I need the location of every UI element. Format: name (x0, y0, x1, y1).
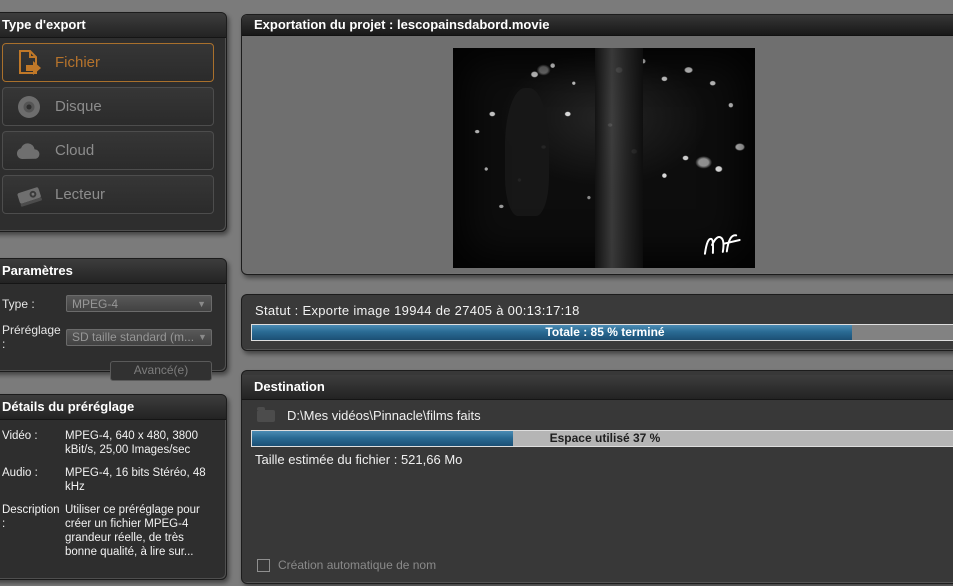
parameters-panel: Paramètres Type : MPEG-4 ▼ Préréglage : … (0, 258, 227, 381)
export-type-cloud-button[interactable]: Cloud (2, 131, 214, 170)
preview-title: Exportation du projet : lescopainsdabord… (242, 15, 953, 36)
advanced-button[interactable]: Avancé(e) (110, 361, 212, 381)
audio-value: MPEG-4, 16 bits Stéréo, 48 kHz (65, 467, 206, 493)
status-text: Statut : Exporte image 19944 de 27405 à … (255, 303, 580, 318)
preset-details-title: Détails du préréglage (0, 395, 226, 420)
destination-path: D:\Mes vidéos\Pinnacle\films faits (287, 408, 481, 423)
status-panel: Statut : Exporte image 19944 de 27405 à … (241, 294, 953, 351)
video-value: MPEG-4, 640 x 480, 3800 kBit/s, 25,00 Im… (65, 430, 198, 456)
export-type-file-button[interactable]: Fichier (2, 43, 214, 82)
export-type-player-button[interactable]: Lecteur (2, 175, 214, 214)
destination-title: Destination (242, 375, 953, 400)
export-type-label: Fichier (55, 54, 101, 71)
type-dropdown-value: MPEG-4 (72, 296, 119, 311)
detail-row-description: Description : Utiliser ce préréglage pou… (2, 503, 214, 559)
person-silhouette (505, 88, 549, 216)
export-type-panel: Type d'export Fichier Disque Cloud Lecte… (0, 12, 227, 232)
export-type-disc-button[interactable]: Disque (2, 87, 214, 126)
player-icon (3, 183, 55, 207)
video-preview (453, 48, 755, 268)
video-label: Vidéo : (2, 430, 38, 442)
watermark-logo-icon (703, 234, 741, 255)
auto-name-row: Création automatique de nom (257, 558, 436, 572)
disk-space-label: Espace utilisé 37 % (549, 431, 661, 445)
export-type-title: Type d'export (0, 13, 226, 38)
preset-dropdown[interactable]: SD taille standard (m... ▼ (66, 328, 212, 346)
parameters-title: Paramètres (0, 259, 226, 284)
auto-name-label: Création automatique de nom (278, 558, 437, 572)
preset-details-panel: Détails du préréglage Vidéo : MPEG-4, 64… (0, 394, 227, 580)
folder-icon[interactable] (257, 406, 275, 422)
destination-path-row: D:\Mes vidéos\Pinnacle\films faits (257, 406, 481, 423)
total-progress-label: Totale : 85 % terminé (545, 325, 665, 339)
auto-name-checkbox[interactable] (257, 558, 270, 572)
export-type-label: Lecteur (55, 186, 106, 203)
preset-dropdown-value: SD taille standard (m... (72, 330, 195, 344)
disk-space-bar: Espace utilisé 37 % (251, 430, 953, 447)
cloud-icon (3, 141, 55, 161)
export-type-label: Disque (55, 98, 102, 115)
description-value: Utiliser ce préréglage pour créer un fic… (65, 504, 200, 558)
preset-label: Préréglage : (2, 323, 61, 351)
total-progress-bar: Totale : 85 % terminé (251, 324, 953, 341)
chevron-down-icon: ▼ (198, 332, 207, 342)
type-label: Type : (2, 296, 35, 311)
detail-row-audio: Audio : MPEG-4, 16 bits Stéréo, 48 kHz (2, 466, 214, 494)
chevron-down-icon: ▼ (197, 298, 206, 309)
destination-panel: Destination D:\Mes vidéos\Pinnacle\films… (241, 370, 953, 584)
estimated-size-text: Taille estimée du fichier : 521,66 Mo (255, 452, 463, 467)
disc-icon (3, 94, 55, 120)
file-export-icon (3, 49, 55, 77)
export-dialog: Type d'export Fichier Disque Cloud Lecte… (0, 0, 953, 586)
preview-panel: Exportation du projet : lescopainsdabord… (241, 14, 953, 275)
description-label: Description : (2, 504, 60, 530)
audio-label: Audio : (2, 467, 38, 479)
export-type-label: Cloud (55, 142, 95, 159)
detail-row-video: Vidéo : MPEG-4, 640 x 480, 3800 kBit/s, … (2, 429, 214, 457)
tree-trunk (595, 48, 643, 268)
type-dropdown[interactable]: MPEG-4 ▼ (66, 295, 212, 312)
